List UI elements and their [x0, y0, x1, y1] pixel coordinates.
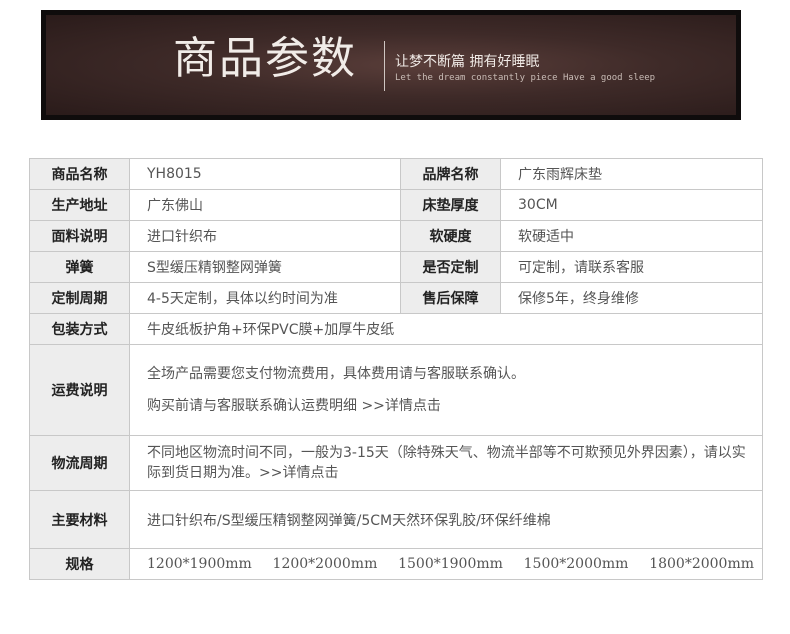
label-cycle: 定制周期	[29, 282, 130, 314]
value-custom: 可定制，请联系客服	[500, 251, 763, 283]
label-product-name: 商品名称	[29, 158, 130, 190]
value-logistics: 不同地区物流时间不同，一般为3-15天（除特殊天气、物流半部等不可欺预见外界因素…	[129, 435, 763, 491]
spec-item: 1800*2000mm	[649, 556, 754, 572]
label-spring: 弹簧	[29, 251, 130, 283]
label-custom: 是否定制	[400, 251, 501, 283]
value-origin: 广东佛山	[129, 189, 401, 221]
shipping-line-1: 全场产品需要您支付物流费用，具体费用请与客服联系确认。	[147, 366, 525, 382]
product-params-table: 商品名称 YH8015 品牌名称 广东雨辉床垫 生产地址 广东佛山 床垫厚度 3…	[29, 158, 763, 580]
value-package: 牛皮纸板护角+环保PVC膜+加厚牛皮纸	[129, 313, 763, 345]
table-row: 弹簧 S型缓压精钢整网弹簧 是否定制 可定制，请联系客服	[29, 251, 763, 283]
value-specs: 1200*1900mm 1200*2000mm 1500*1900mm 1500…	[129, 548, 763, 580]
table-row: 面料说明 进口针织布 软硬度 软硬适中	[29, 220, 763, 252]
label-logistics: 物流周期	[29, 435, 130, 491]
table-row: 规格 1200*1900mm 1200*2000mm 1500*1900mm 1…	[29, 548, 763, 580]
label-aftersale: 售后保障	[400, 282, 501, 314]
label-origin: 生产地址	[29, 189, 130, 221]
spec-item: 1200*2000mm	[272, 556, 378, 572]
value-aftersale: 保修5年，终身维修	[500, 282, 763, 314]
label-fabric: 面料说明	[29, 220, 130, 252]
label-material: 主要材料	[29, 490, 130, 549]
value-material: 进口针织布/S型缓压精钢整网弹簧/5CM天然环保乳胶/环保纤维棉	[129, 490, 763, 549]
table-row: 商品名称 YH8015 品牌名称 广东雨辉床垫	[29, 158, 763, 190]
label-shipping: 运费说明	[29, 344, 130, 436]
label-hardness: 软硬度	[400, 220, 501, 252]
label-package: 包装方式	[29, 313, 130, 345]
value-brand: 广东雨辉床垫	[500, 158, 763, 190]
value-thickness: 30CM	[500, 189, 763, 221]
value-shipping: 全场产品需要您支付物流费用，具体费用请与客服联系确认。 购买前请与客服联系确认运…	[129, 344, 763, 436]
banner-background: 商品参数 让梦不断篇 拥有好睡眠 Let the dream constantl…	[46, 15, 736, 115]
table-row: 定制周期 4-5天定制，具体以约时间为准 售后保障 保修5年，终身维修	[29, 282, 763, 314]
header-banner: 商品参数 让梦不断篇 拥有好睡眠 Let the dream constantl…	[41, 10, 741, 120]
banner-subtitle: Let the dream constantly piece Have a go…	[395, 73, 656, 83]
table-row: 物流周期 不同地区物流时间不同，一般为3-15天（除特殊天气、物流半部等不可欺预…	[29, 435, 763, 491]
value-fabric: 进口针织布	[129, 220, 401, 252]
shipping-line-2[interactable]: 购买前请与客服联系确认运费明细 >>详情点击	[147, 396, 746, 416]
value-spring: S型缓压精钢整网弹簧	[129, 251, 401, 283]
table-row: 主要材料 进口针织布/S型缓压精钢整网弹簧/5CM天然环保乳胶/环保纤维棉	[29, 490, 763, 549]
label-brand: 品牌名称	[400, 158, 501, 190]
table-row: 运费说明 全场产品需要您支付物流费用，具体费用请与客服联系确认。 购买前请与客服…	[29, 344, 763, 436]
label-thickness: 床垫厚度	[400, 189, 501, 221]
banner-slogan: 让梦不断篇 拥有好睡眠	[395, 54, 540, 70]
spec-item: 1500*2000mm	[523, 556, 629, 572]
table-row: 生产地址 广东佛山 床垫厚度 30CM	[29, 189, 763, 221]
banner-title: 商品参数	[173, 33, 357, 84]
value-hardness: 软硬适中	[500, 220, 763, 252]
banner-divider	[384, 41, 385, 91]
value-product-name: YH8015	[129, 158, 401, 190]
spec-item: 1500*1900mm	[398, 556, 503, 572]
table-row: 包装方式 牛皮纸板护角+环保PVC膜+加厚牛皮纸	[29, 313, 763, 345]
value-cycle: 4-5天定制，具体以约时间为准	[129, 282, 401, 314]
label-spec: 规格	[29, 548, 130, 580]
spec-item: 1200*1900mm	[147, 556, 252, 572]
